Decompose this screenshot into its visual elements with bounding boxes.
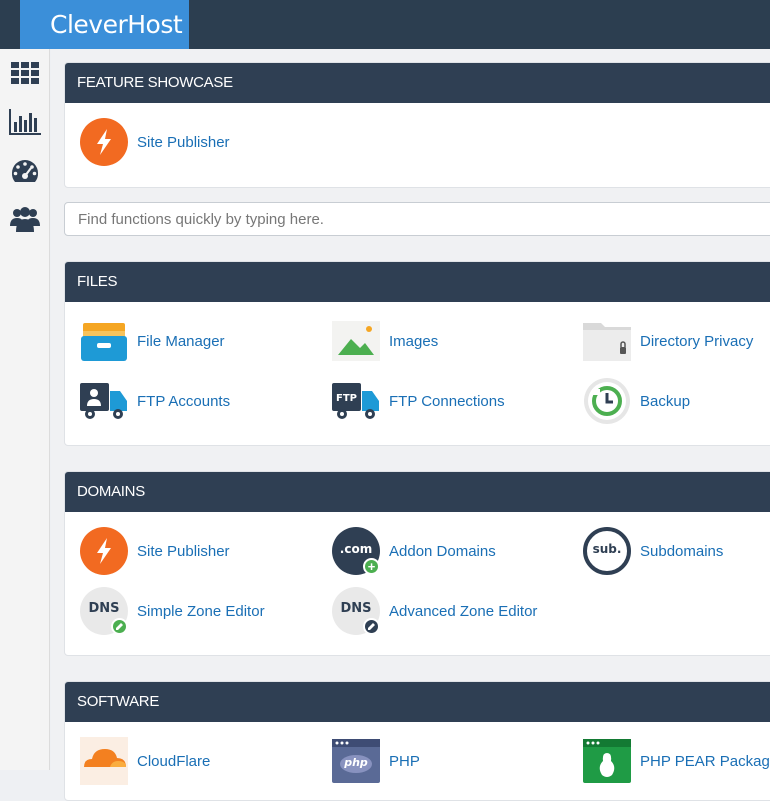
item-label: Directory Privacy <box>640 332 754 350</box>
item-label: FTP Accounts <box>137 392 231 410</box>
panel-title: FILES <box>65 262 770 302</box>
dns-advanced-icon: DNS <box>332 587 380 635</box>
item-label: FTP Connections <box>389 392 505 410</box>
item-label: Site Publisher <box>137 542 230 560</box>
addon-domains-link[interactable]: .com + Addon Domains <box>332 526 496 576</box>
lightning-icon <box>80 527 128 575</box>
panel-title: SOFTWARE <box>65 682 770 722</box>
dotcom-icon: .com + <box>332 527 380 575</box>
panel-title: DOMAINS <box>65 472 770 512</box>
item-label: File Manager <box>137 332 225 350</box>
directory-privacy-link[interactable]: Directory Privacy <box>583 316 753 366</box>
domains-site-publisher-link[interactable]: Site Publisher <box>80 526 230 576</box>
subdomains-link[interactable]: sub. Subdomains <box>583 526 723 576</box>
dns-edit-icon: DNS <box>80 587 128 635</box>
backup-link[interactable]: Backup <box>583 376 690 426</box>
item-label: Site Publisher <box>137 133 230 151</box>
item-label: Advanced Zone Editor <box>389 602 538 620</box>
php-link[interactable]: php PHP <box>332 736 420 786</box>
file-manager-link[interactable]: File Manager <box>80 316 225 366</box>
ftp-truck-user-icon <box>80 377 128 425</box>
main-content: FEATURE SHOWCASE Site Publisher FILES Fi… <box>51 49 770 801</box>
advanced-zone-editor-link[interactable]: DNS Advanced Zone Editor <box>332 586 537 636</box>
bar-chart-icon[interactable] <box>9 106 41 138</box>
ftp-connections-link[interactable]: FTP FTP Connections <box>332 376 505 426</box>
domains-panel: DOMAINS Site Publisher .com + Addon Doma… <box>64 471 770 656</box>
item-label: Subdomains <box>640 542 724 560</box>
sub-icon: sub. <box>583 527 631 575</box>
dashboard-gauge-icon[interactable] <box>9 155 41 187</box>
brand-logo[interactable]: CleverHost <box>20 0 189 49</box>
php-pear-packages-link[interactable]: PHP PEAR Packages <box>583 736 770 786</box>
ftp-accounts-link[interactable]: FTP Accounts <box>80 376 230 426</box>
folder-lock-icon <box>583 317 631 365</box>
svg-text:FTP: FTP <box>336 393 357 404</box>
simple-zone-editor-link[interactable]: DNS Simple Zone Editor <box>80 586 265 636</box>
item-label: Simple Zone Editor <box>137 602 265 620</box>
backup-clock-icon <box>583 377 631 425</box>
ftp-truck-icon: FTP <box>332 377 380 425</box>
file-drawer-icon <box>80 317 128 365</box>
feature-showcase-panel: FEATURE SHOWCASE Site Publisher <box>64 62 770 188</box>
image-icon <box>332 317 380 365</box>
sidebar <box>0 49 50 770</box>
cloudflare-icon <box>80 737 128 785</box>
panel-title: FEATURE SHOWCASE <box>65 63 770 103</box>
software-panel: SOFTWARE CloudFlare php PHP PHP PEAR Pac… <box>64 681 770 801</box>
item-label: PHP <box>389 752 420 770</box>
feature-site-publisher-link[interactable]: Site Publisher <box>80 117 230 167</box>
item-label: PHP PEAR Packages <box>640 752 770 770</box>
lightning-icon <box>80 118 128 166</box>
top-bar: CleverHost <box>0 0 770 49</box>
grid-icon[interactable] <box>9 57 41 89</box>
search-input[interactable] <box>64 202 770 236</box>
pear-icon <box>583 737 631 785</box>
files-panel: FILES File Manager Images Directory Priv… <box>64 261 770 446</box>
item-label: Images <box>389 332 439 350</box>
item-label: Backup <box>640 392 691 410</box>
users-icon[interactable] <box>9 203 41 235</box>
images-link[interactable]: Images <box>332 316 438 366</box>
item-label: Addon Domains <box>389 542 496 560</box>
php-icon: php <box>332 737 380 785</box>
cloudflare-link[interactable]: CloudFlare <box>80 736 210 786</box>
item-label: CloudFlare <box>137 752 211 770</box>
